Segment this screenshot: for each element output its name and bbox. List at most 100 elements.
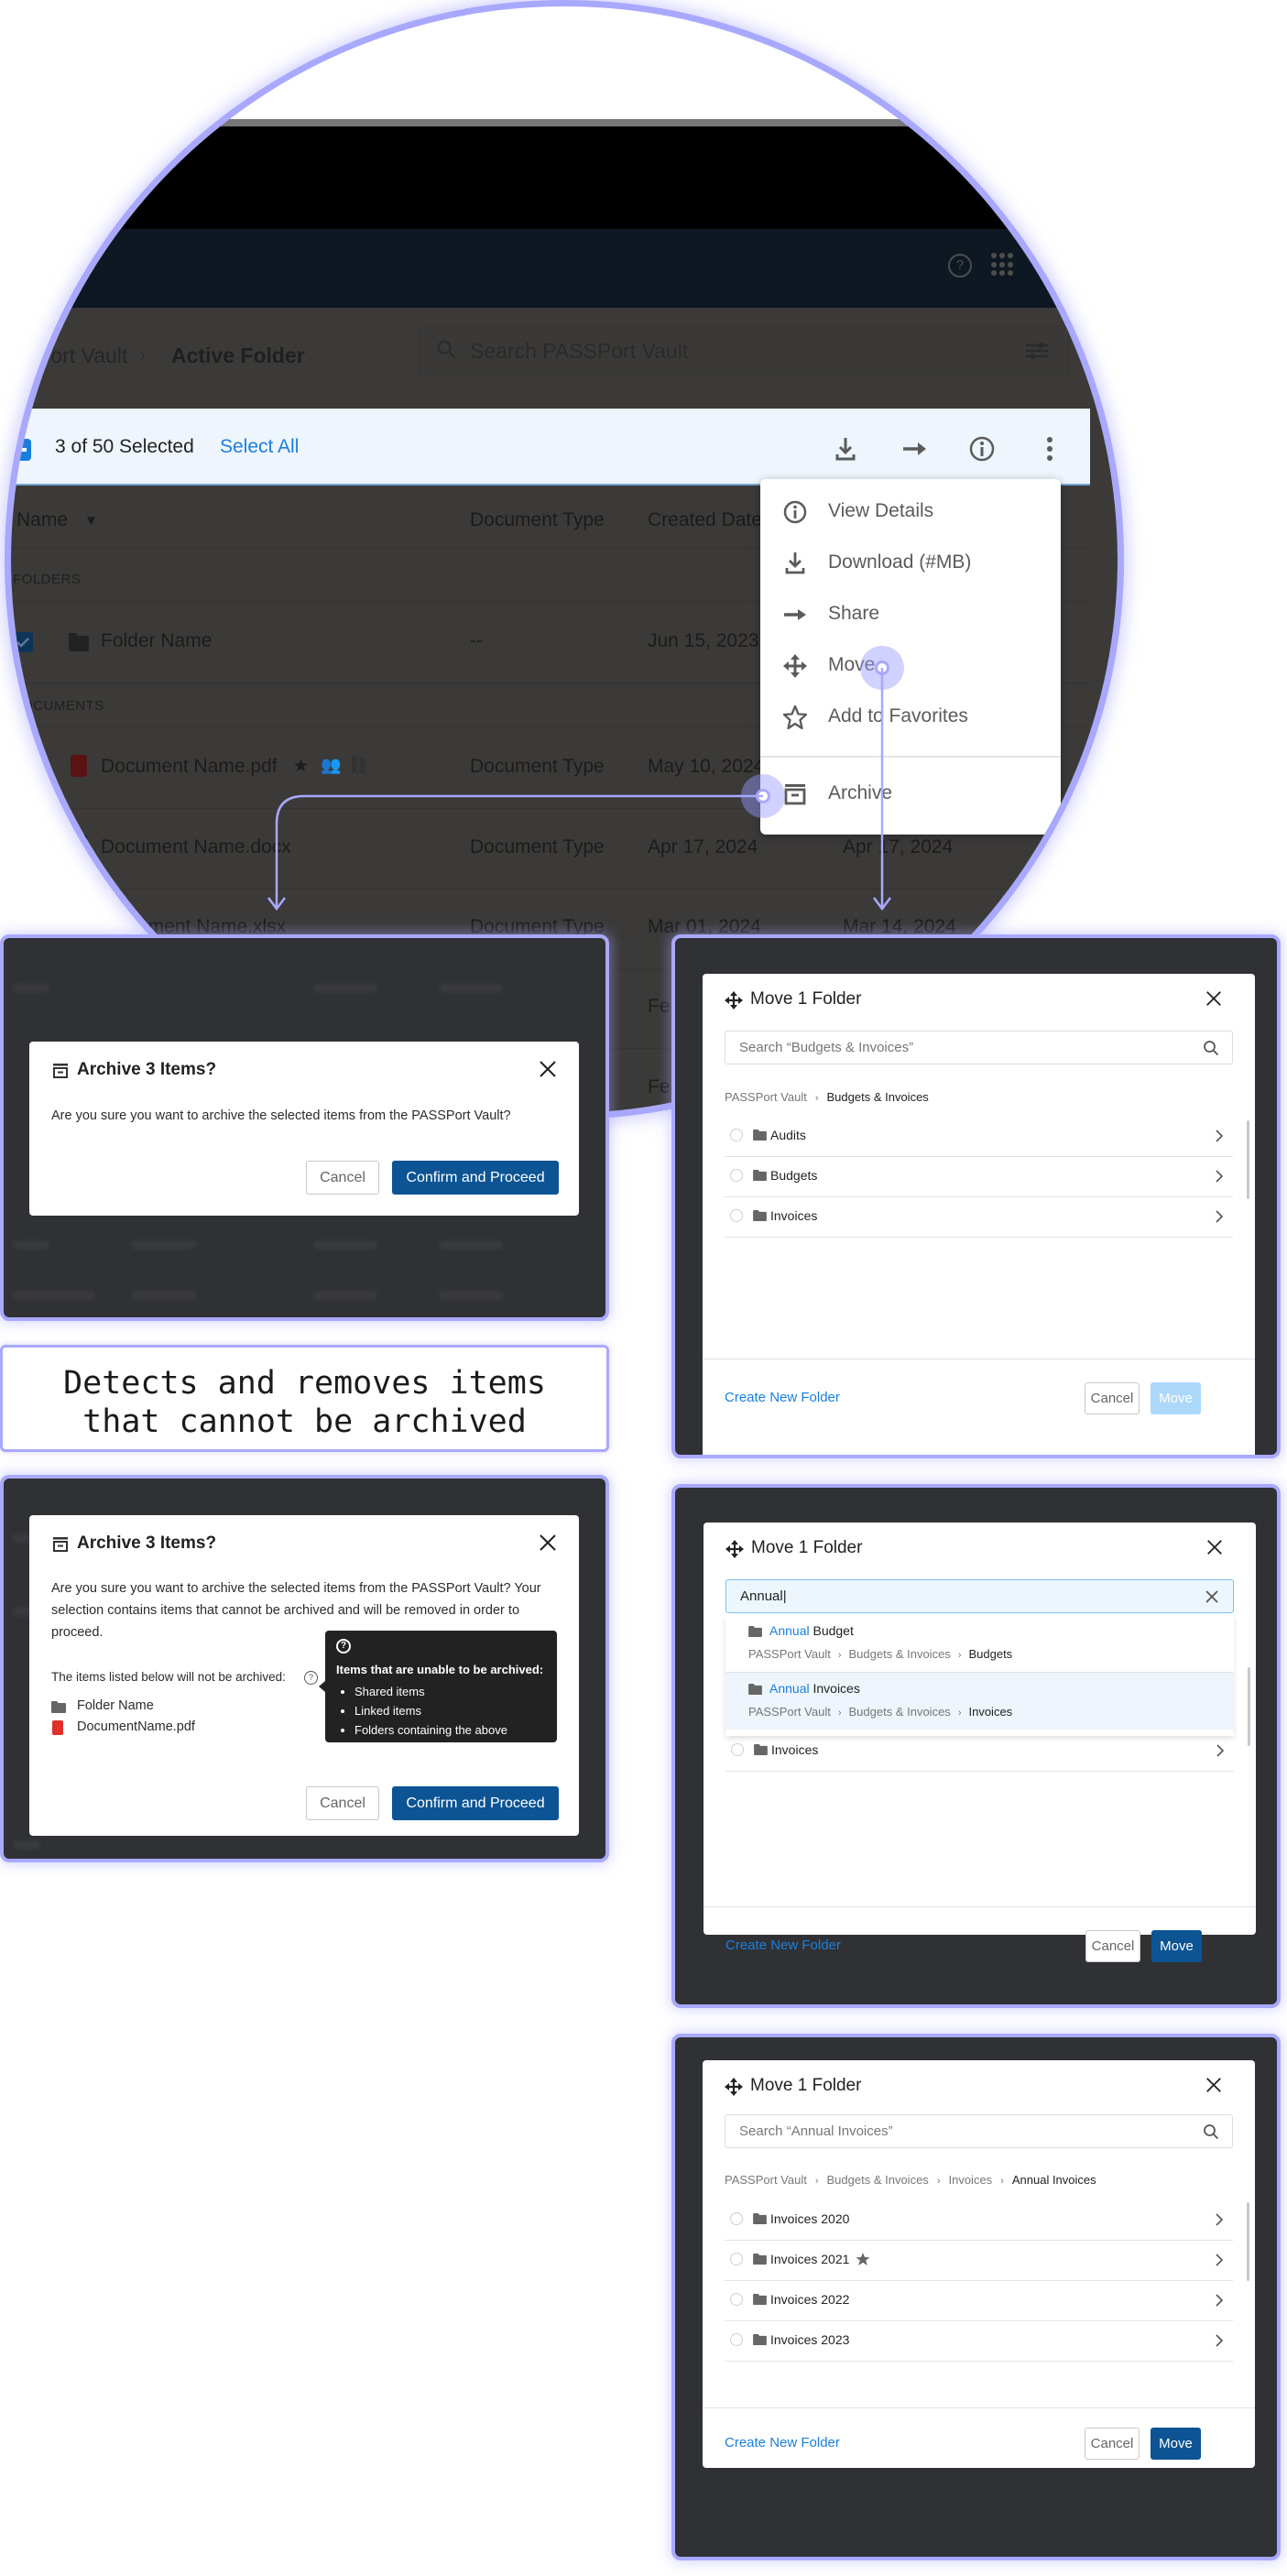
folder-name: Invoices bbox=[771, 1742, 819, 1757]
background-row bbox=[132, 1291, 196, 1300]
breadcrumb-item[interactable]: PASSPort Vault bbox=[725, 2173, 807, 2187]
row-name[interactable]: Folder Name bbox=[101, 630, 212, 652]
download-icon[interactable] bbox=[831, 434, 860, 464]
folder-radio[interactable] bbox=[730, 2293, 743, 2306]
chevron-right-icon[interactable] bbox=[1215, 2253, 1224, 2267]
archive-icon bbox=[784, 784, 806, 805]
folder-radio[interactable] bbox=[730, 2212, 743, 2225]
breadcrumb-item[interactable]: PASSPort Vault bbox=[725, 1090, 807, 1104]
menu-item-download[interactable]: Download (#MB) bbox=[760, 538, 1061, 589]
menu-item-add-to-favorites[interactable]: Add to Favorites bbox=[760, 692, 1061, 743]
chevron-right-icon[interactable] bbox=[1215, 1209, 1224, 1224]
info-icon[interactable] bbox=[967, 434, 997, 464]
folder-row[interactable]: Invoices 2022 bbox=[725, 2281, 1233, 2321]
chevron-right-icon[interactable] bbox=[1215, 1169, 1224, 1184]
path-item: PASSPort Vault bbox=[748, 1705, 831, 1719]
folder-row[interactable]: Audits bbox=[725, 1117, 1233, 1157]
cancel-button[interactable]: Cancel bbox=[1085, 1930, 1140, 1962]
cancel-button[interactable]: Cancel bbox=[306, 1786, 379, 1820]
help-icon[interactable]: ? bbox=[948, 254, 972, 278]
suggestion-item-highlighted[interactable]: Annual Invoices PASSPort Vault › Budgets &… bbox=[725, 1673, 1234, 1730]
create-new-folder-link[interactable]: Create New Folder bbox=[725, 1937, 841, 1953]
folder-row[interactable]: Invoices bbox=[725, 1731, 1234, 1772]
folder-radio[interactable] bbox=[731, 1743, 744, 1756]
more-vertical-icon[interactable] bbox=[1035, 434, 1064, 464]
close-icon[interactable] bbox=[1205, 2076, 1223, 2094]
create-new-folder-link[interactable]: Create New Folder bbox=[725, 2435, 840, 2450]
create-new-folder-link[interactable]: Create New Folder bbox=[725, 1390, 840, 1405]
chevron-right-icon[interactable] bbox=[1215, 2212, 1224, 2227]
folder-radio[interactable] bbox=[730, 1209, 743, 1222]
scrollbar[interactable] bbox=[1247, 1120, 1249, 1199]
pdf-icon bbox=[71, 755, 87, 777]
filter-icon[interactable] bbox=[1026, 341, 1048, 361]
folder-radio[interactable] bbox=[730, 1129, 743, 1141]
move-button-disabled[interactable]: Move bbox=[1151, 1382, 1201, 1414]
close-icon[interactable] bbox=[1205, 989, 1223, 1008]
apps-grid-icon[interactable] bbox=[991, 253, 1015, 277]
move-button[interactable]: Move bbox=[1151, 1930, 1202, 1962]
folder-search-input[interactable]: Annual| bbox=[725, 1579, 1234, 1613]
menu-item-share[interactable]: Share bbox=[760, 589, 1061, 640]
folder-row[interactable]: Budgets bbox=[725, 1157, 1233, 1197]
folder-search-input[interactable]: Search “Budgets & Invoices” bbox=[725, 1031, 1233, 1064]
clear-icon[interactable] bbox=[1204, 1588, 1220, 1605]
close-icon[interactable] bbox=[538, 1533, 558, 1553]
breadcrumb-item[interactable]: Invoices bbox=[948, 2173, 992, 2187]
folder-row[interactable]: Invoices bbox=[725, 1197, 1233, 1238]
cancel-button[interactable]: Cancel bbox=[1085, 1382, 1140, 1414]
folder-row[interactable]: Invoices 2023 bbox=[725, 2321, 1233, 2362]
suggestion-item[interactable]: Annual Budget PASSPort Vault › Budgets & I… bbox=[725, 1615, 1234, 1672]
column-header-name[interactable]: Name bbox=[16, 509, 68, 531]
divider bbox=[703, 2407, 1255, 2408]
close-icon[interactable] bbox=[1205, 1538, 1224, 1556]
confirm-proceed-button[interactable]: Confirm and Proceed bbox=[392, 1786, 559, 1820]
folder-radio[interactable] bbox=[730, 2333, 743, 2346]
chevron-right-icon[interactable] bbox=[1215, 2293, 1224, 2308]
scrollbar[interactable] bbox=[1247, 2202, 1249, 2281]
breadcrumb-item[interactable]: Budgets & Invoices bbox=[827, 2173, 929, 2187]
column-header-created-date[interactable]: Created Date bbox=[648, 509, 762, 531]
scrollbar[interactable] bbox=[1248, 1667, 1250, 1746]
column-header-document-type[interactable]: Document Type bbox=[470, 509, 605, 531]
menu-item-move[interactable]: Move bbox=[760, 640, 1061, 692]
help-icon[interactable]: ? bbox=[304, 1671, 318, 1685]
row-checkbox-checked[interactable] bbox=[13, 632, 33, 652]
annotation-caption: Detects and removes items that cannot be… bbox=[0, 1345, 609, 1452]
favorite-star-icon: ★ bbox=[293, 757, 310, 776]
row-name[interactable]: Document Name.pdf bbox=[101, 756, 278, 778]
search-placeholder: Search “Budgets & Invoices” bbox=[739, 1040, 914, 1055]
folder-icon bbox=[51, 1701, 66, 1713]
menu-item-archive[interactable]: Archive bbox=[760, 769, 1061, 820]
select-all-link[interactable]: Select All bbox=[220, 436, 299, 458]
move-dialog: Move 1 Folder Annual| Invoices Annual Bu… bbox=[703, 1523, 1256, 1962]
chevron-right-icon[interactable] bbox=[1215, 2333, 1224, 2348]
confirm-proceed-button[interactable]: Confirm and Proceed bbox=[392, 1161, 559, 1195]
path-item: Invoices bbox=[968, 1705, 1013, 1719]
folder-radio[interactable] bbox=[730, 2253, 743, 2265]
row-name[interactable]: Document Name.docx bbox=[101, 836, 291, 858]
rest-text: Invoices bbox=[809, 1681, 860, 1696]
folder-row[interactable]: Invoices 2021 bbox=[725, 2241, 1233, 2281]
cancel-button[interactable]: Cancel bbox=[306, 1161, 379, 1195]
move-button[interactable]: Move bbox=[1151, 2428, 1201, 2460]
chevron-right-icon: › bbox=[936, 2176, 941, 2187]
folder-breadcrumb: PASSPort Vault › Budgets & Invoices bbox=[725, 1090, 929, 1104]
vault-search-input[interactable]: Search PASSPort Vault bbox=[419, 326, 1069, 376]
menu-item-label: Download (#MB) bbox=[828, 551, 972, 573]
chevron-right-icon[interactable] bbox=[1216, 1743, 1225, 1758]
share-arrow-icon[interactable] bbox=[900, 434, 929, 464]
folder-row[interactable]: Invoices 2020 bbox=[725, 2200, 1233, 2241]
folder-radio[interactable] bbox=[730, 1169, 743, 1182]
cancel-button[interactable]: Cancel bbox=[1085, 2428, 1140, 2460]
select-indeterminate-checkbox[interactable] bbox=[11, 439, 31, 461]
chevron-right-icon[interactable] bbox=[1215, 1129, 1224, 1143]
folder-search-input[interactable]: Search “Annual Invoices” bbox=[725, 2114, 1233, 2148]
chevron-right-icon: › bbox=[1000, 2176, 1004, 2187]
breadcrumb-parent[interactable]: Port Vault bbox=[37, 344, 127, 368]
star-outline-icon bbox=[782, 704, 808, 730]
folder-icon bbox=[753, 2294, 767, 2305]
menu-item-view-details[interactable]: View Details bbox=[760, 486, 1061, 538]
sort-desc-icon[interactable]: ▼ bbox=[84, 513, 98, 529]
close-icon[interactable] bbox=[538, 1059, 558, 1079]
